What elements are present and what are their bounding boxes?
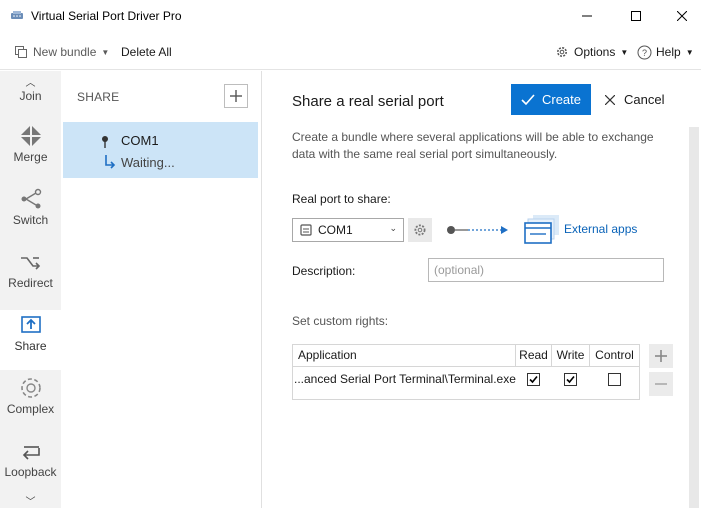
sidebar-item-label: Share	[14, 339, 47, 353]
delete-all-button[interactable]: Delete All	[121, 43, 172, 61]
write-checkbox[interactable]	[564, 373, 577, 386]
svg-text:?: ?	[642, 48, 647, 58]
chevron-down-icon: ⌄	[389, 223, 397, 233]
description-input[interactable]	[428, 258, 664, 282]
column-header-read[interactable]: Read	[516, 345, 552, 366]
sidebar-item-label: Loopback	[4, 465, 57, 479]
sidebar-item-label: Join	[19, 89, 42, 103]
checkmark-icon	[529, 375, 538, 384]
sidebar-item-loopback[interactable]: Loopback	[0, 436, 61, 496]
sidebar-item-switch[interactable]: Switch	[0, 184, 61, 244]
sidebar-item-complex[interactable]: Complex	[0, 373, 61, 433]
table-row[interactable]: ...anced Serial Port Terminal\Terminal.e…	[293, 368, 639, 390]
maximize-icon	[631, 11, 641, 21]
application-path: ...anced Serial Port Terminal\Terminal.e…	[294, 372, 516, 386]
loopback-icon	[22, 446, 40, 460]
real-port-label: Real port to share:	[292, 192, 391, 206]
waiting-status-icon	[105, 155, 116, 169]
create-label: Create	[541, 92, 582, 107]
read-checkbox[interactable]	[527, 373, 540, 386]
add-row-button[interactable]	[649, 344, 673, 368]
control-checkbox[interactable]	[608, 373, 621, 386]
check-icon	[521, 93, 535, 105]
column-header-write[interactable]: Write	[552, 345, 590, 366]
merge-icon	[21, 126, 41, 146]
share-form-panel: Share a real serial port Create Cancel C…	[262, 71, 701, 508]
close-icon	[605, 94, 615, 105]
new-bundle-label: New bundle	[33, 45, 97, 59]
add-bundle-button[interactable]	[224, 84, 248, 108]
checkmark-icon	[566, 375, 575, 384]
bundle-port-name: COM1	[121, 133, 159, 148]
page-title: Share a real serial port	[292, 93, 444, 110]
real-port-select[interactable]: COM1 ⌄	[292, 218, 404, 242]
scroll-down-icon[interactable]: ﹀	[0, 493, 61, 508]
chevron-down-icon: ▼	[101, 47, 110, 57]
remove-row-button[interactable]	[649, 372, 673, 396]
share-icon	[21, 316, 41, 333]
options-label: Options	[574, 45, 616, 59]
port-pin-icon	[102, 136, 108, 148]
new-bundle-button[interactable]: New bundle ▼	[14, 43, 109, 61]
plus-icon	[230, 90, 242, 102]
close-icon	[677, 11, 687, 21]
bundle-type-sidebar: ︿ Join Merge Switch Redirect Share Compl…	[0, 71, 61, 508]
list-item[interactable]: COM1 Waiting...	[63, 122, 258, 178]
sidebar-item-label: Redirect	[8, 276, 53, 290]
window-title: Virtual Serial Port Driver Pro	[31, 9, 182, 23]
cancel-label: Cancel	[624, 92, 665, 107]
help-menu[interactable]: ? Help ▼	[637, 43, 694, 61]
minimize-icon	[582, 15, 592, 17]
minimize-button[interactable]	[564, 0, 610, 32]
create-button[interactable]: Create	[511, 84, 591, 115]
external-apps-icon	[524, 215, 559, 244]
chevron-down-icon: ▼	[685, 47, 694, 57]
selected-port: COM1	[318, 223, 353, 237]
help-icon: ?	[637, 45, 652, 59]
delete-all-label: Delete All	[121, 45, 172, 59]
bundle-list-panel: SHARE COM1 Waiting...	[61, 71, 262, 508]
sidebar-item-label: Switch	[12, 213, 49, 227]
connection-arrow-icon	[447, 226, 508, 234]
gear-icon	[414, 224, 426, 236]
title-bar: Virtual Serial Port Driver Pro	[0, 0, 701, 32]
column-header-application[interactable]: Application	[293, 345, 516, 366]
serial-port-icon	[300, 224, 312, 236]
help-label: Help	[656, 45, 681, 59]
toolbar: New bundle ▼ Delete All Options ▼ ? Help…	[0, 32, 701, 70]
table-header: Application Read Write Control	[293, 345, 639, 367]
port-settings-button[interactable]	[408, 218, 432, 242]
minus-icon	[655, 383, 667, 385]
close-button[interactable]	[659, 0, 701, 32]
sidebar-item-redirect[interactable]: Redirect	[0, 247, 61, 307]
custom-rights-label: Set custom rights:	[292, 314, 389, 328]
sidebar-item-label: Complex	[6, 402, 55, 416]
gear-icon	[557, 47, 567, 57]
switch-icon	[21, 188, 42, 209]
maximize-button[interactable]	[613, 0, 659, 32]
sidebar-item-label: Merge	[13, 150, 48, 164]
new-bundle-icon	[15, 46, 27, 58]
description-label: Description:	[292, 264, 356, 278]
scrollbar[interactable]	[689, 127, 699, 508]
sidebar-item-share[interactable]: Share	[0, 310, 61, 370]
rights-table: Application Read Write Control ...anced …	[292, 344, 640, 400]
list-heading: SHARE	[77, 90, 120, 104]
column-header-control[interactable]: Control	[590, 345, 639, 366]
redirect-icon	[21, 257, 41, 270]
plus-icon	[655, 350, 667, 362]
complex-icon	[21, 378, 41, 398]
options-menu[interactable]: Options ▼	[555, 43, 628, 61]
external-apps-label: External apps	[564, 222, 638, 236]
form-description: Create a bundle where several applicatio…	[292, 130, 654, 161]
app-logo-icon	[11, 11, 23, 19]
cancel-button[interactable]: Cancel	[605, 84, 671, 115]
sidebar-item-merge[interactable]: Merge	[0, 121, 61, 181]
chevron-down-icon: ▼	[620, 47, 629, 57]
bundle-status: Waiting...	[121, 155, 175, 170]
